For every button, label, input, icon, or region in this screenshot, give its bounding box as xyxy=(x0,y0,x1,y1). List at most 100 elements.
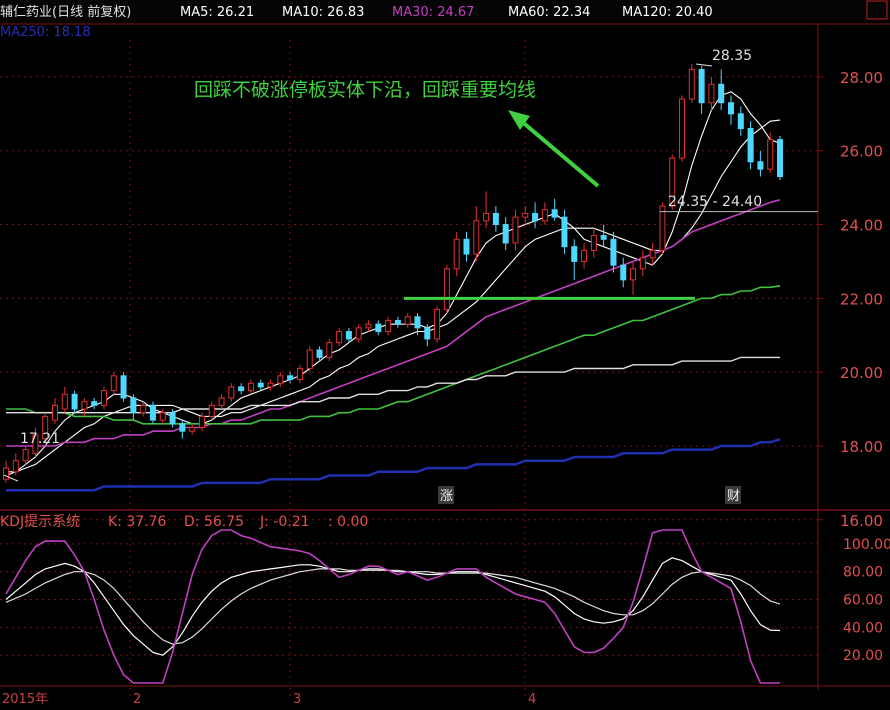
candle xyxy=(502,217,509,251)
candle xyxy=(375,320,382,336)
annotation-arrow xyxy=(508,110,600,188)
kdj-line-j xyxy=(5,529,780,684)
candle xyxy=(3,460,9,483)
candle xyxy=(659,202,666,255)
candle xyxy=(463,231,470,262)
candle xyxy=(316,346,323,362)
candle xyxy=(149,401,156,424)
candle xyxy=(590,228,597,258)
high-price-label: 28.35 xyxy=(712,48,752,64)
candle xyxy=(688,63,695,103)
kdj-d-readout: D: 56.75 xyxy=(184,514,244,530)
pair-label: 24.35 - 24.40 xyxy=(668,194,762,210)
candle xyxy=(51,397,58,424)
candle xyxy=(443,265,450,314)
candle xyxy=(336,327,343,347)
kdj-j-readout: J: -0.21 xyxy=(259,514,310,530)
candle xyxy=(385,316,392,336)
candle xyxy=(326,338,333,362)
kdj-name: KDJ提示系统 xyxy=(0,514,80,530)
stock-chart: 辅仁药业(日线 前复权) MA5: 26.21 MA10: 26.83 MA30… xyxy=(0,0,890,707)
stock-name: 辅仁药业(日线 前复权) xyxy=(0,4,131,20)
candle xyxy=(296,364,303,384)
x-tick-month: 2 xyxy=(133,692,141,707)
candle xyxy=(189,423,196,435)
candle xyxy=(708,76,715,111)
candle xyxy=(91,397,98,410)
candle xyxy=(639,250,646,277)
price-plot xyxy=(3,63,818,492)
candle xyxy=(453,231,460,277)
candle xyxy=(532,202,539,229)
candle xyxy=(140,401,147,417)
candle xyxy=(522,206,529,225)
candle xyxy=(208,401,215,421)
candle xyxy=(728,95,735,125)
candle xyxy=(394,316,401,328)
ma250-readout: MA250: 18.18 xyxy=(0,25,91,40)
candle xyxy=(267,379,274,391)
candle xyxy=(404,313,411,328)
candle xyxy=(610,231,617,273)
candle xyxy=(71,390,78,413)
kdj-plot: 100.00 80.00 60.00 40.00 20.00 xyxy=(0,529,890,684)
x-tick-month: 3 xyxy=(293,692,301,707)
candle xyxy=(110,372,117,395)
candle xyxy=(679,95,686,162)
candle xyxy=(541,202,548,225)
candle xyxy=(757,150,764,177)
candle xyxy=(737,106,744,136)
candle xyxy=(365,320,372,332)
candle xyxy=(767,132,774,173)
ma120-readout: MA120: 20.40 xyxy=(622,5,713,20)
candle xyxy=(483,191,490,229)
price-grid: 28.00 26.00 24.00 22.00 20.00 18.00 16.00 2 3 4 xyxy=(0,23,890,707)
candle xyxy=(100,386,107,410)
kdj-line-d xyxy=(5,568,781,645)
annotation-text: 回踩不破涨停板实体下沿，回踩重要均线 xyxy=(194,79,536,101)
ma10-readout: MA10: 26.83 xyxy=(282,5,364,20)
ma60-readout: MA60: 22.34 xyxy=(508,5,590,20)
candle xyxy=(777,135,783,181)
candle xyxy=(649,242,656,266)
candle xyxy=(600,224,607,247)
candle xyxy=(473,206,480,262)
x-tick-year: 2015年 xyxy=(2,692,48,707)
price-y-tick: 22.00 xyxy=(840,290,883,308)
candle xyxy=(22,445,29,465)
candle xyxy=(61,386,68,413)
candle xyxy=(512,209,519,251)
candle xyxy=(571,239,578,280)
candle xyxy=(159,409,166,424)
ma-line-ma5 xyxy=(5,91,781,477)
candle xyxy=(247,379,254,395)
candle xyxy=(238,383,245,395)
ma5-readout: MA5: 26.21 xyxy=(180,5,254,20)
kdj-y-tick: 60.00 xyxy=(843,593,883,609)
candle xyxy=(747,121,754,170)
candle xyxy=(228,383,235,402)
candle xyxy=(12,453,19,476)
candle xyxy=(81,397,88,417)
ma-line-ma10 xyxy=(6,119,781,473)
candle xyxy=(130,394,137,421)
candle xyxy=(698,65,705,114)
candle xyxy=(492,206,499,232)
ma-line-ma250 xyxy=(6,438,781,492)
kdj-y-tick: 20.00 xyxy=(843,648,883,664)
marker-zhang: 涨 xyxy=(440,489,453,504)
low-price-label: 17.21 xyxy=(20,431,60,447)
candle xyxy=(306,346,313,373)
price-y-tick: 18.00 xyxy=(840,438,883,456)
candle xyxy=(287,372,294,384)
price-y-tick: 26.00 xyxy=(840,143,883,161)
ma30-readout: MA30: 24.67 xyxy=(392,5,474,20)
kdj-y-tick: 100.00 xyxy=(843,537,890,553)
candle xyxy=(179,420,186,439)
candle xyxy=(277,372,284,387)
candle xyxy=(345,327,352,343)
candle xyxy=(630,261,637,295)
candle xyxy=(424,324,431,347)
candle xyxy=(561,209,568,255)
candle xyxy=(218,394,225,410)
